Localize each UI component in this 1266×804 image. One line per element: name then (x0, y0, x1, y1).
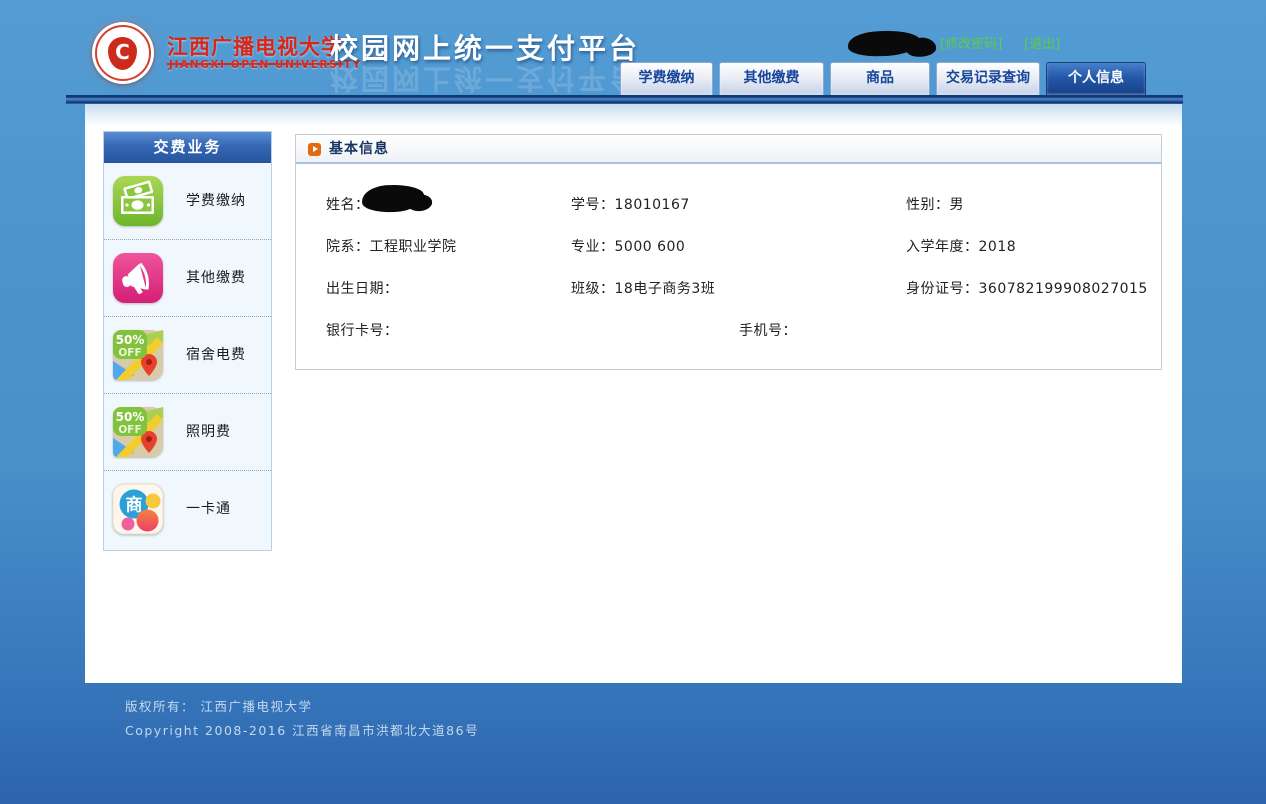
sidebar-item-other-fees[interactable]: 其他缴费 (104, 240, 271, 317)
tab-goods[interactable]: 商品 (830, 62, 930, 95)
field-student-id: 学号：18010167 (571, 194, 690, 214)
tab-personal-info[interactable]: 个人信息 (1046, 62, 1146, 95)
username-redaction-blob (848, 30, 921, 57)
sidebar-item-label: 其他缴费 (186, 240, 246, 316)
svg-text:OFF: OFF (118, 424, 141, 436)
field-class: 班级：18电子商务3班 (571, 278, 715, 298)
svg-text:商: 商 (126, 495, 143, 516)
payment-platform-page: 江西广播电视大学 JIANGXI OPEN UNIVERSITY 校园网上统一支… (0, 0, 1266, 804)
university-seal-icon (92, 22, 154, 84)
footer-copyright-cn: 版权所有： 江西广播电视大学 (125, 696, 312, 715)
sidebar-item-tuition[interactable]: 学费缴纳 (104, 163, 271, 240)
sidebar-item-label: 学费缴纳 (186, 163, 246, 239)
tab-transaction-records[interactable]: 交易记录查询 (936, 62, 1040, 95)
field-enrollment-year: 入学年度：2018 (906, 236, 1016, 256)
field-gender: 性别：男 (906, 194, 964, 214)
field-department: 院系：工程职业学院 (326, 236, 457, 256)
sidebar-item-dorm-electricity[interactable]: 50% OFF 宿舍电费 (104, 317, 271, 394)
basic-info-panel: 基本信息 姓名： 学号：18010167 性别：男 院系：工程职业学院 专业：5… (295, 134, 1162, 370)
content-container: 交费业务 (85, 104, 1182, 683)
field-major: 专业：5000 600 (571, 236, 685, 256)
tab-other-fees[interactable]: 其他缴费 (719, 62, 824, 95)
sidebar-payment-services: 交费业务 (103, 131, 272, 551)
sidebar-item-label: 一卡通 (186, 471, 231, 547)
sidebar-item-label: 宿舍电费 (186, 317, 246, 393)
basic-info-header: 基本信息 (296, 135, 1161, 164)
header-divider-bar (66, 95, 1183, 104)
tab-tuition-payment[interactable]: 学费缴纳 (620, 62, 713, 95)
platform-title-reflection: 校园网上统一支付平台 (330, 60, 640, 100)
shop-circles-icon: 商 (112, 483, 164, 535)
sidebar-item-campus-card[interactable]: 商 一卡通 (104, 471, 271, 548)
field-id-number: 身份证号：360782199908027015 (906, 278, 1148, 298)
seal-emblem (108, 37, 137, 70)
map-discount-icon: 50% OFF (112, 406, 164, 458)
name-redaction-blob (362, 184, 425, 213)
sidebar-item-label: 照明费 (186, 394, 231, 470)
sidebar-title: 交费业务 (104, 132, 271, 163)
svg-text:OFF: OFF (118, 347, 141, 359)
field-bank-card: 银行卡号： (326, 320, 399, 340)
arrow-right-bullet-icon (308, 143, 321, 156)
megaphone-icon (112, 252, 164, 304)
section-title: 基本信息 (329, 135, 389, 163)
main-nav-tabs: 学费缴纳 其他缴费 商品 交易记录查询 个人信息 (620, 62, 1146, 95)
field-phone: 手机号： (739, 320, 797, 340)
svg-text:50%: 50% (116, 333, 145, 347)
svg-text:50%: 50% (116, 410, 145, 424)
map-discount-icon: 50% OFF (112, 329, 164, 381)
sidebar-item-lighting-fee[interactable]: 50% OFF 照明费 (104, 394, 271, 471)
change-password-link[interactable]: [修改密码] (940, 33, 1002, 52)
header-links: [修改密码] [退出] (940, 33, 1060, 52)
logout-link[interactable]: [退出] (1024, 33, 1060, 52)
field-birth-date: 出生日期： (326, 278, 399, 298)
footer-copyright-en: Copyright 2008-2016 江西省南昌市洪都北大道86号 (125, 720, 479, 739)
money-banknotes-icon (112, 175, 164, 227)
